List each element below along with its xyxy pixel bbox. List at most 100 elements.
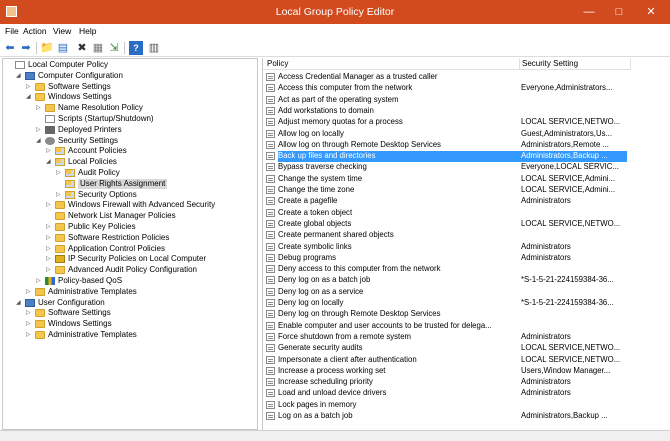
expand-arrow-icon[interactable]: ▷	[46, 233, 55, 244]
tree-item[interactable]: ▷ Policy-based QoS	[36, 276, 122, 287]
expand-arrow-icon[interactable]: ▷	[56, 190, 65, 201]
policy-row[interactable]: Access this computer from the network Eve…	[263, 83, 670, 94]
expand-arrow-icon[interactable]: ▷	[26, 330, 35, 341]
menu-file[interactable]: File	[5, 26, 19, 36]
tree-item[interactable]: ◢ Windows Settings	[26, 92, 112, 103]
console-tree[interactable]: Local Computer Policy ◢ Computer Configura…	[2, 58, 258, 430]
policy-row[interactable]: Log on as a batch job Administrators,Back…	[263, 411, 670, 422]
help-icon[interactable]: ?	[129, 41, 143, 55]
expand-arrow-icon[interactable]: ▷	[46, 146, 55, 157]
tree-item[interactable]: ▷ Administrative Templates	[26, 287, 137, 298]
policy-row[interactable]: Allow log on through Remote Desktop Serv…	[263, 140, 670, 151]
policy-row[interactable]: Adjust memory quotas for a process LOCAL …	[263, 117, 670, 128]
menu-view[interactable]: View	[53, 26, 71, 36]
policy-row[interactable]: Allow log on locally Guest,Administrators…	[263, 129, 670, 140]
policy-row[interactable]: Bypass traverse checking Everyone,LOCAL S…	[263, 162, 670, 173]
show-hide-tree-icon[interactable]: ▤	[56, 41, 70, 55]
policy-row[interactable]: Change the time zone LOCAL SERVICE,Admini…	[263, 185, 670, 196]
tree-item[interactable]: ◢ User Configuration	[16, 298, 105, 309]
maximize-button[interactable]: □	[604, 0, 634, 24]
policy-row[interactable]: Deny log on locally *S-1-5-21-224159384-3…	[263, 298, 670, 309]
delete-icon[interactable]: ✖	[75, 41, 89, 55]
policy-row[interactable]: Create symbolic links Administrators	[263, 242, 670, 253]
policy-row[interactable]: Add workstations to domain	[263, 106, 670, 117]
policy-row[interactable]: Deny log on as a service	[263, 287, 670, 298]
back-icon[interactable]: ⬅	[3, 41, 17, 55]
expand-arrow-icon[interactable]: ▷	[56, 168, 65, 179]
tree-item[interactable]: ▷ Account Policies	[46, 146, 127, 157]
tree-item[interactable]: ▷ Windows Settings	[26, 319, 112, 330]
tree-item[interactable]: ▷ Name Resolution Policy	[36, 103, 143, 114]
tree-item[interactable]: ▷ Windows Firewall with Advanced Security	[46, 200, 215, 211]
policy-row[interactable]: Load and unload device drivers Administra…	[263, 388, 670, 399]
expand-arrow-icon[interactable]: ▷	[46, 200, 55, 211]
expand-arrow-icon[interactable]: ▷	[26, 319, 35, 330]
policy-row[interactable]: Debug programs Administrators	[263, 253, 670, 264]
collapse-arrow-icon[interactable]: ◢	[16, 298, 25, 309]
tree-item[interactable]: Network List Manager Policies	[46, 211, 176, 222]
policy-row[interactable]: Enable computer and user accounts to be …	[263, 321, 670, 332]
policy-row[interactable]: Create permanent shared objects	[263, 230, 670, 241]
expand-arrow-icon[interactable]: ▷	[46, 222, 55, 233]
expand-arrow-icon[interactable]: ▷	[46, 244, 55, 255]
export-list-icon[interactable]: ⇲	[107, 41, 121, 55]
tree-item[interactable]: ▷ Advanced Audit Policy Configuration	[46, 265, 197, 276]
up-folder-icon[interactable]: 📁	[40, 41, 54, 55]
column-header-security-setting[interactable]: Security Setting	[520, 58, 630, 70]
policy-row[interactable]: Change the system time LOCAL SERVICE,Admi…	[263, 174, 670, 185]
expand-arrow-icon[interactable]: ▷	[46, 265, 55, 276]
collapse-arrow-icon[interactable]: ◢	[36, 136, 45, 147]
close-button[interactable]: ✕	[636, 0, 666, 24]
expand-arrow-icon[interactable]: ▷	[26, 287, 35, 298]
policy-row[interactable]: Generate security audits LOCAL SERVICE,NE…	[263, 343, 670, 354]
tree-item[interactable]: ▷ Security Options	[56, 190, 137, 201]
collapse-arrow-icon[interactable]: ◢	[16, 71, 25, 82]
column-header-policy[interactable]: Policy ˆ	[263, 58, 519, 70]
tree-item[interactable]: ▷ Administrative Templates	[26, 330, 137, 341]
tree-item[interactable]: ◢ Computer Configuration	[16, 71, 123, 82]
tree-item[interactable]: ▷ Audit Policy	[56, 168, 120, 179]
policy-row[interactable]: Create a pagefile Administrators	[263, 196, 670, 207]
minimize-button[interactable]: —	[574, 0, 604, 24]
expand-arrow-icon[interactable]: ▷	[36, 276, 45, 287]
collapse-arrow-icon[interactable]: ◢	[26, 92, 35, 103]
policy-row[interactable]: Deny log on as a batch job *S-1-5-21-2241…	[263, 275, 670, 286]
expand-arrow-icon[interactable]: ▷	[36, 125, 45, 136]
policy-row[interactable]: Increase a process working set Users,Wind…	[263, 366, 670, 377]
expand-arrow-icon[interactable]: ▷	[36, 103, 45, 114]
policy-row[interactable]: Impersonate a client after authenticatio…	[263, 355, 670, 366]
expand-arrow-icon[interactable]: ▷	[46, 254, 55, 265]
policy-list[interactable]: Policy ˆ Security Setting Access Credent…	[262, 58, 670, 430]
menu-action[interactable]: Action	[23, 26, 47, 36]
expand-arrow-icon[interactable]: ▷	[26, 308, 35, 319]
expand-arrow-icon[interactable]: ▷	[26, 82, 35, 93]
tree-item[interactable]: ◢ Local Policies	[46, 157, 117, 168]
menu-help[interactable]: Help	[79, 26, 96, 36]
tree-item[interactable]: Local Computer Policy	[6, 60, 108, 71]
policy-row[interactable]: Access Credential Manager as a trusted c…	[263, 72, 670, 83]
filter-icon[interactable]: ▥	[147, 41, 161, 55]
policy-row[interactable]: Back up files and directories Administrat…	[263, 151, 670, 162]
tree-item[interactable]: ▷ Software Restriction Policies	[46, 233, 169, 244]
forward-icon[interactable]: ➡	[19, 41, 33, 55]
policy-row[interactable]: Increase scheduling priority Administrato…	[263, 377, 670, 388]
policy-row[interactable]: Create global objects LOCAL SERVICE,NETWO…	[263, 219, 670, 230]
collapse-arrow-icon[interactable]: ◢	[46, 157, 55, 168]
policy-row[interactable]: Lock pages in memory	[263, 400, 670, 411]
policy-row[interactable]: Deny log on through Remote Desktop Servi…	[263, 309, 670, 320]
tree-item[interactable]: ▷ IP Security Policies on Local Computer	[46, 254, 206, 265]
properties-icon[interactable]: ▦	[91, 41, 105, 55]
policy-row[interactable]: Act as part of the operating system	[263, 95, 670, 106]
policy-row[interactable]: Create a token object	[263, 208, 670, 219]
tree-item[interactable]: ▷ Deployed Printers	[36, 125, 122, 136]
column-separator[interactable]	[630, 58, 631, 70]
tree-item[interactable]: ▷ Software Settings	[26, 308, 111, 319]
policy-row[interactable]: Force shutdown from a remote system Admin…	[263, 332, 670, 343]
tree-item[interactable]: ▷ Application Control Policies	[46, 244, 165, 255]
policy-row[interactable]: Deny access to this computer from the ne…	[263, 264, 670, 275]
tree-item[interactable]: User Rights Assignment	[56, 178, 168, 190]
tree-item[interactable]: ▷ Public Key Policies	[46, 222, 136, 233]
tree-item[interactable]: ▷ Software Settings	[26, 82, 111, 93]
tree-item[interactable]: Scripts (Startup/Shutdown)	[36, 114, 154, 125]
tree-item[interactable]: ◢ Security Settings	[36, 136, 118, 147]
